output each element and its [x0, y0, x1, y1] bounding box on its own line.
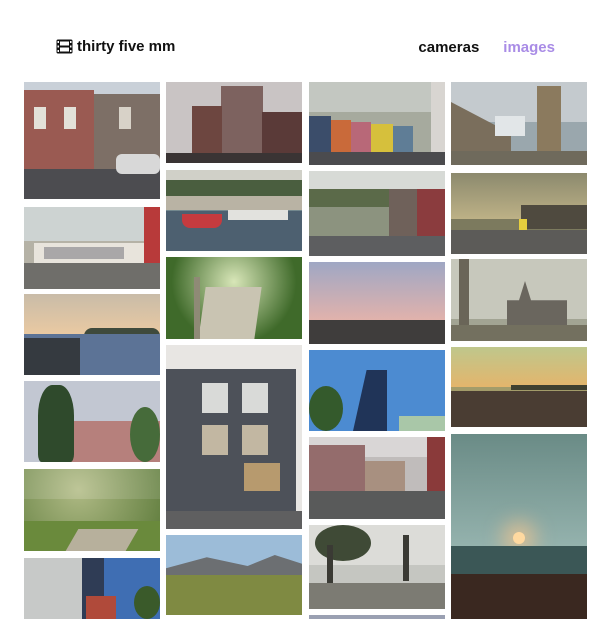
photo-curved-glass-building[interactable]: [309, 350, 445, 431]
film-icon: [56, 39, 73, 54]
photo-bottom-partial[interactable]: [309, 615, 445, 619]
photo-sunset-beach[interactable]: [451, 347, 587, 427]
photo-street-hill[interactable]: [309, 171, 445, 256]
photo-shoreline-dusk[interactable]: [24, 294, 160, 375]
main-nav: cameras images: [418, 39, 555, 56]
photo-hills-field[interactable]: [166, 535, 302, 615]
brand-link[interactable]: thirty five mm: [56, 38, 175, 55]
photo-park-path[interactable]: [24, 469, 160, 551]
photo-victorian-houses[interactable]: [24, 82, 160, 199]
nav-cameras[interactable]: cameras: [418, 39, 479, 56]
site-header: thirty five mm cameras images: [0, 0, 612, 80]
photo-pink-sky-rocks[interactable]: [309, 262, 445, 344]
photo-graffiti-wall[interactable]: [24, 207, 160, 289]
photo-apartment-tower[interactable]: [24, 558, 160, 619]
photo-brick-storefront[interactable]: [166, 345, 302, 529]
photo-gallery: [0, 0, 612, 619]
photo-forest-stairs[interactable]: [166, 257, 302, 339]
photo-tree-brick-building[interactable]: [24, 381, 160, 462]
photo-church-tower[interactable]: [451, 82, 587, 165]
nav-images[interactable]: images: [503, 39, 555, 56]
photo-harbour-boats[interactable]: [166, 170, 302, 251]
photo-parking-sunset[interactable]: [451, 173, 587, 254]
brand-label: thirty five mm: [77, 38, 176, 55]
photo-row-street-cars[interactable]: [309, 437, 445, 519]
photo-tall-building[interactable]: [166, 82, 302, 163]
photo-sunset-water[interactable]: [451, 434, 587, 619]
photo-foggy-church[interactable]: [451, 259, 587, 341]
photo-harbour-lamp[interactable]: [309, 525, 445, 609]
photo-colorful-row-houses[interactable]: [309, 82, 445, 165]
